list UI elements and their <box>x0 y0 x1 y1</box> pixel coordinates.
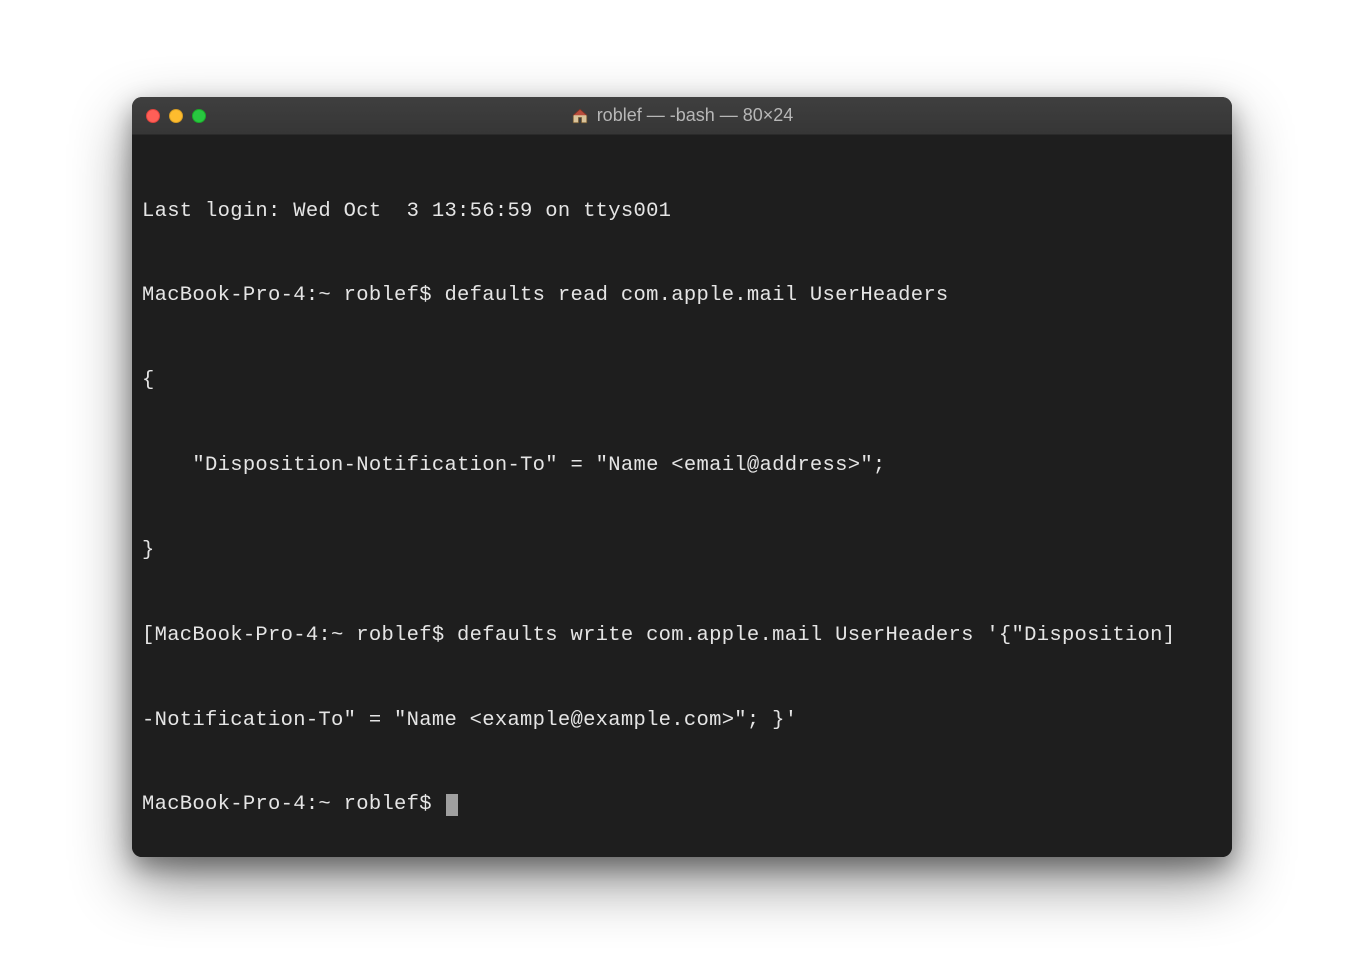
terminal-line-cmd-read: MacBook-Pro-4:~ roblef$ defaults read co… <box>142 282 1222 310</box>
terminal-line-output: } <box>142 537 1222 565</box>
close-button[interactable] <box>146 109 160 123</box>
terminal-line-cmd-write-cont: -Notification-To" = "Name <example@examp… <box>142 707 1222 735</box>
cursor <box>446 794 458 816</box>
zoom-button[interactable] <box>192 109 206 123</box>
terminal-line-prompt: MacBook-Pro-4:~ roblef$ <box>142 791 1222 819</box>
terminal-line-login: Last login: Wed Oct 3 13:56:59 on ttys00… <box>142 198 1222 226</box>
traffic-lights <box>146 109 206 123</box>
terminal-line-output: { <box>142 367 1222 395</box>
terminal-window: roblef — -bash — 80×24 Last login: Wed O… <box>132 97 1232 857</box>
prompt-text: MacBook-Pro-4:~ roblef$ <box>142 793 444 816</box>
terminal-line-cmd-write: [MacBook-Pro-4:~ roblef$ defaults write … <box>142 622 1222 650</box>
terminal-body[interactable]: Last login: Wed Oct 3 13:56:59 on ttys00… <box>132 135 1232 857</box>
minimize-button[interactable] <box>169 109 183 123</box>
terminal-line-output: "Disposition-Notification-To" = "Name <e… <box>142 452 1222 480</box>
window-title: roblef — -bash — 80×24 <box>597 105 794 126</box>
home-icon <box>571 107 589 125</box>
window-title-wrap: roblef — -bash — 80×24 <box>132 105 1232 126</box>
window-titlebar[interactable]: roblef — -bash — 80×24 <box>132 97 1232 135</box>
